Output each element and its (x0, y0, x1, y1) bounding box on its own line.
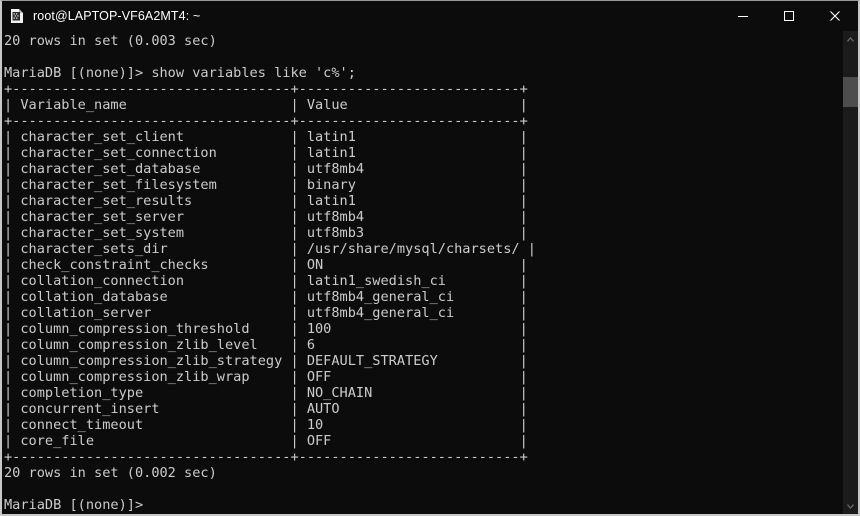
close-button[interactable] (812, 1, 858, 31)
scrollbar-thumb[interactable] (843, 77, 858, 107)
terminal-body: 20 rows in set (0.003 sec) MariaDB [(non… (2, 31, 858, 514)
terminal-document-icon (9, 8, 25, 24)
minimize-icon (738, 16, 748, 17)
maximize-button[interactable] (766, 1, 812, 31)
scrollbar-track[interactable] (843, 47, 858, 498)
scroll-up-arrow-icon[interactable] (843, 31, 858, 47)
minimize-button[interactable] (720, 1, 766, 31)
title-bar[interactable]: root@LAPTOP-VF6A2MT4: ~ (2, 1, 858, 31)
vertical-scrollbar[interactable] (843, 31, 858, 514)
maximize-icon (784, 11, 794, 21)
terminal-window: root@LAPTOP-VF6A2MT4: ~ 20 rows in set (… (0, 0, 860, 516)
terminal-text: 20 rows in set (0.003 sec) MariaDB [(non… (4, 33, 536, 513)
scroll-down-arrow-icon[interactable] (843, 498, 858, 514)
close-icon (830, 11, 840, 21)
window-title: root@LAPTOP-VF6A2MT4: ~ (33, 9, 201, 23)
terminal-output-area[interactable]: 20 rows in set (0.003 sec) MariaDB [(non… (2, 31, 843, 514)
window-controls (720, 1, 858, 31)
